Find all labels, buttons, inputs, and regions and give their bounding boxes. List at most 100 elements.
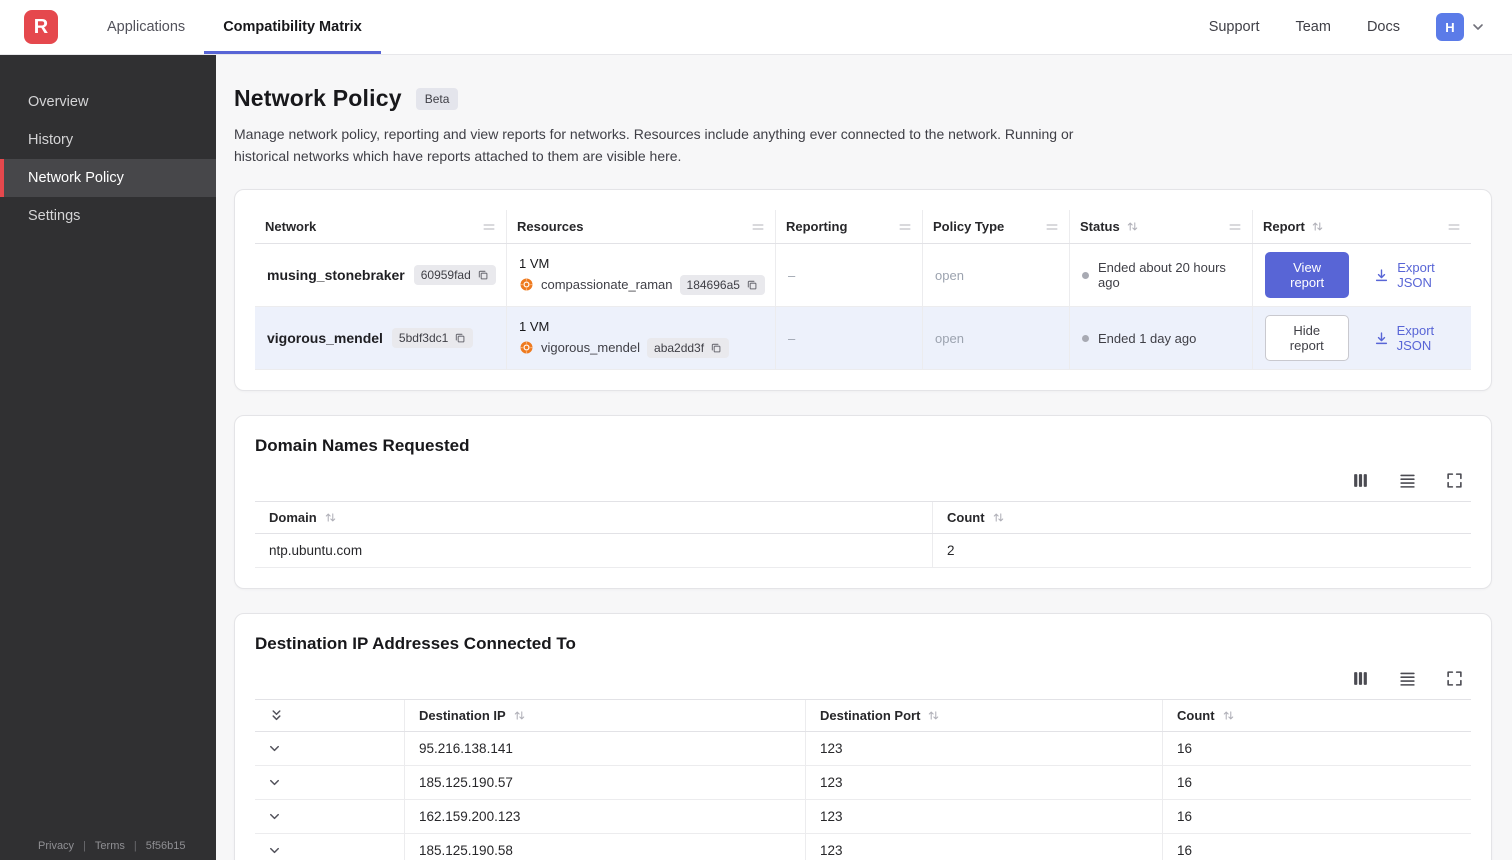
- view-report-button[interactable]: View report: [1265, 252, 1350, 299]
- domain-table-header: Domain Count: [255, 501, 1471, 535]
- sort-icon[interactable]: [513, 709, 526, 722]
- column-menu-icon[interactable]: [1447, 220, 1461, 234]
- hide-report-button[interactable]: Hide report: [1265, 315, 1349, 362]
- chevron-down-icon[interactable]: [1470, 19, 1486, 35]
- column-header-status[interactable]: Status: [1070, 210, 1253, 244]
- status-cell: Ended 1 day ago: [1070, 307, 1253, 370]
- vm-count: 1 VM: [519, 255, 550, 271]
- network-table-row[interactable]: vigorous_mendel 5bdf3dc1 1 VM vigorous_m…: [255, 307, 1471, 371]
- column-header-destination-port[interactable]: Destination Port: [806, 700, 1163, 732]
- destination-table-row[interactable]: 185.125.190.58 123 16: [255, 834, 1471, 860]
- resource-name: compassionate_raman: [541, 277, 673, 293]
- row-expand-icon[interactable]: [267, 809, 282, 824]
- column-view-icon[interactable]: [1352, 670, 1369, 687]
- export-json-button[interactable]: Export JSON: [1374, 260, 1459, 290]
- footer-divider: |: [133, 840, 137, 852]
- sidebar-item-settings[interactable]: Settings: [0, 197, 216, 235]
- column-label: Reporting: [786, 219, 848, 235]
- destination-ip-cell: 185.125.190.57: [405, 766, 806, 800]
- network-table-row[interactable]: musing_stonebraker 60959fad 1 VM compass…: [255, 244, 1471, 308]
- nav-docs[interactable]: Docs: [1367, 19, 1400, 35]
- column-header-reporting[interactable]: Reporting: [776, 210, 923, 244]
- sort-icon[interactable]: [1311, 220, 1324, 233]
- row-expand-icon[interactable]: [267, 775, 282, 790]
- sort-icon[interactable]: [927, 709, 940, 722]
- row-expand-icon[interactable]: [267, 843, 282, 858]
- sidebar-item-history[interactable]: History: [0, 121, 216, 159]
- status-cell: Ended about 20 hours ago: [1070, 244, 1253, 307]
- copy-icon[interactable]: [477, 269, 489, 281]
- row-expand-icon[interactable]: [267, 741, 282, 756]
- sidebar: Overview History Network Policy Settings…: [0, 55, 216, 860]
- app-logo-letter: R: [33, 15, 49, 38]
- policy-type-cell: open: [923, 307, 1070, 370]
- destination-ips-card: Destination IP Addresses Connected To De…: [234, 613, 1492, 860]
- column-header-count[interactable]: Count: [1163, 700, 1471, 731]
- column-header-domain[interactable]: Domain: [255, 502, 933, 534]
- copy-icon[interactable]: [454, 332, 466, 344]
- column-menu-icon[interactable]: [482, 220, 496, 234]
- domain-names-card: Domain Names Requested Domain Count ntp.…: [234, 415, 1492, 590]
- sidebar-item-network-policy[interactable]: Network Policy: [0, 159, 216, 197]
- table-toolbar: [255, 472, 1463, 489]
- network-name: vigorous_mendel: [267, 330, 383, 347]
- sidebar-item-overview[interactable]: Overview: [0, 83, 216, 121]
- nav-support[interactable]: Support: [1209, 19, 1260, 35]
- resource-id: 184696a5: [686, 277, 740, 292]
- destination-table-header: Destination IP Destination Port Count: [255, 699, 1471, 733]
- row-density-icon[interactable]: [1399, 670, 1416, 687]
- table-toolbar: [255, 670, 1463, 687]
- card-title: Domain Names Requested: [255, 436, 470, 456]
- column-label: Count: [947, 510, 985, 526]
- column-header-destination-ip[interactable]: Destination IP: [405, 700, 806, 732]
- sort-icon[interactable]: [324, 511, 337, 524]
- column-label: Status: [1080, 219, 1120, 235]
- sort-icon[interactable]: [1222, 709, 1235, 722]
- column-header-report[interactable]: Report: [1253, 210, 1471, 243]
- destination-table-row[interactable]: 185.125.190.57 123 16: [255, 766, 1471, 801]
- domain-table-row[interactable]: ntp.ubuntu.com 2: [255, 534, 1471, 569]
- column-label: Report: [1263, 219, 1305, 235]
- column-header-network[interactable]: Network: [255, 210, 507, 244]
- column-menu-icon[interactable]: [1228, 220, 1242, 234]
- expand-all-rows-icon[interactable]: [269, 708, 284, 723]
- resource-name: vigorous_mendel: [541, 340, 641, 356]
- column-menu-icon[interactable]: [898, 220, 912, 234]
- fullscreen-icon[interactable]: [1446, 472, 1463, 489]
- account-menu[interactable]: H: [1436, 13, 1486, 41]
- nav-team[interactable]: Team: [1295, 19, 1330, 35]
- sort-icon[interactable]: [1126, 220, 1139, 233]
- reporting-cell: –: [776, 244, 923, 307]
- copy-icon[interactable]: [746, 279, 758, 291]
- column-label: Policy Type: [933, 219, 1005, 235]
- export-json-button[interactable]: Export JSON: [1374, 323, 1459, 353]
- column-header-expand-all[interactable]: [255, 700, 405, 732]
- column-label: Count: [1177, 708, 1215, 724]
- vm-count: 1 VM: [519, 318, 550, 334]
- column-menu-icon[interactable]: [1045, 220, 1059, 234]
- privacy-link[interactable]: Privacy: [38, 840, 74, 852]
- avatar[interactable]: H: [1436, 13, 1464, 41]
- column-header-policy-type[interactable]: Policy Type: [923, 210, 1070, 244]
- destination-table-row[interactable]: 162.159.200.123 123 16: [255, 800, 1471, 835]
- column-menu-icon[interactable]: [751, 220, 765, 234]
- terms-link[interactable]: Terms: [95, 840, 125, 852]
- column-label: Domain: [269, 510, 317, 526]
- top-navigation: R Applications Compatibility Matrix Supp…: [0, 0, 1512, 55]
- nav-applications[interactable]: Applications: [88, 0, 204, 54]
- app-logo[interactable]: R: [24, 10, 58, 44]
- resource-id-badge: 184696a5: [679, 274, 765, 295]
- fullscreen-icon[interactable]: [1446, 670, 1463, 687]
- row-density-icon[interactable]: [1399, 472, 1416, 489]
- column-view-icon[interactable]: [1352, 472, 1369, 489]
- count-cell: 16: [1177, 741, 1193, 757]
- destination-table-row[interactable]: 95.216.138.141 123 16: [255, 732, 1471, 767]
- status-dot-icon: [1082, 271, 1089, 279]
- column-header-resources[interactable]: Resources: [507, 210, 776, 244]
- column-header-count[interactable]: Count: [933, 502, 1471, 533]
- main-content: Network Policy Beta Manage network polic…: [216, 55, 1512, 860]
- destination-ip-cell: 185.125.190.58: [405, 834, 806, 860]
- sort-icon[interactable]: [992, 511, 1005, 524]
- copy-icon[interactable]: [710, 342, 722, 354]
- nav-compatibility-matrix[interactable]: Compatibility Matrix: [204, 0, 381, 54]
